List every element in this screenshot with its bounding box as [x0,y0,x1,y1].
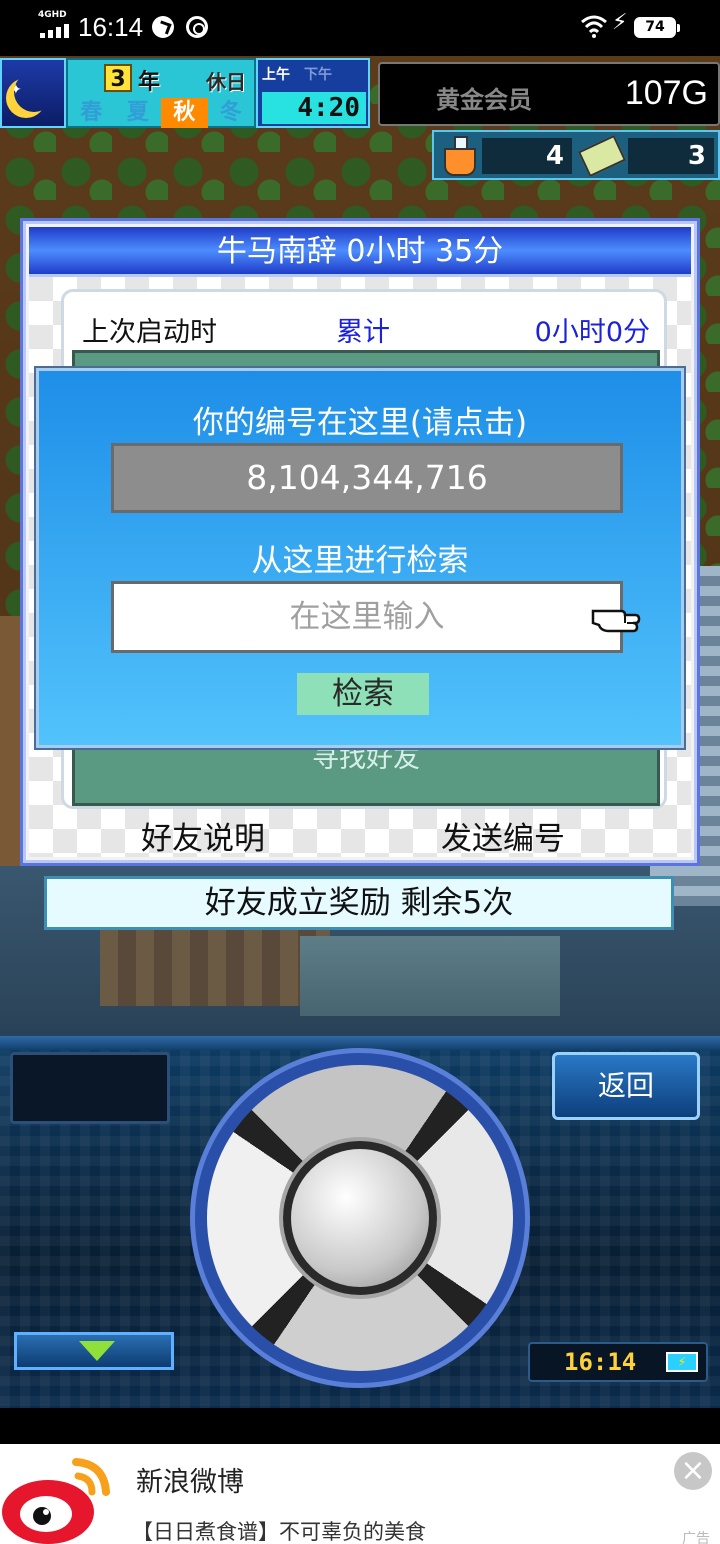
control-panel: 返回 16:14 ⚡ [0,1036,720,1408]
your-id-value[interactable]: 8,104,344,716 [111,443,623,513]
search-label: 从这里进行检索 [251,543,469,579]
send-number-button[interactable]: 发送编号 [441,813,565,858]
notification-icon [152,16,174,38]
year-number: 3 [104,64,132,92]
panel-title: 牛马南辞 0小时 35分 [29,227,691,277]
game-clock: 上午 下午 4:20 [256,58,370,128]
search-input[interactable] [111,581,623,653]
control-screen [10,1052,170,1124]
city-house [300,936,560,1016]
night-indicator: ✦ [0,58,66,128]
pointing-hand-icon [591,609,641,633]
game-screen[interactable]: ✦ 3 年 休日 春 夏 秋 冬 上午 下午 4:20 黄金会员 107G 4 … [0,56,720,1036]
ad-banner[interactable]: 新浪微博 【日日煮食谱】不可辜负的美食 × 广告 [0,1444,720,1544]
ticket-count: 3 [628,138,714,174]
cumulative-value: 0小时0分 [534,317,650,348]
ad-title: 新浪微博 [136,1467,244,1498]
season-autumn: 秋 [161,98,208,128]
battery-charging-icon: ⚡ [666,1352,698,1372]
charging-icon: ⚡ [612,10,628,35]
potion-flask-icon [442,136,476,176]
wifi-icon [581,15,607,38]
back-button[interactable]: 返回 [552,1052,700,1120]
season-spring: 春 [80,100,103,125]
moon-icon [14,72,54,112]
device-clock: 16:14 ⚡ [528,1342,708,1382]
member-label: 黄金会员 [436,86,532,114]
signal-icon [40,22,70,38]
weibo-logo-icon [2,1458,110,1544]
potion-count: 4 [482,138,572,174]
network-type: 4GHD [38,10,67,20]
date-display: 3 年 休日 春 夏 秋 冬 [66,58,256,128]
season-list: 春 夏 秋 冬 [68,98,254,128]
directional-pad[interactable] [190,1048,530,1388]
friend-explain-button[interactable]: 好友说明 [141,813,265,858]
last-launch-label: 上次启动时 [82,317,217,348]
am-label: 上午 [262,67,290,83]
item-bar: 4 3 [432,130,720,180]
device-clock-time: 16:14 [564,1348,637,1376]
status-time: 16:14 [78,12,144,42]
money-display: 黄金会员 107G [378,62,720,126]
city-building [0,616,20,866]
ad-tag: 广告 [682,1531,710,1544]
close-icon[interactable]: × [674,1452,712,1490]
search-dialog: 你的编号在这里(请点击) 8,104,344,716 从这里进行检索 检索 [36,368,684,748]
holiday-label: 休日 [206,70,246,94]
ad-description: 【日日煮食谱】不可辜负的美食 [132,1520,426,1544]
cumulative-label: 累计 [336,317,390,348]
status-bar: 4GHD 16:14 ⚡ 74 [0,0,720,56]
clock-time: 4:20 [262,92,366,124]
gold-amount: 107G [624,74,708,112]
ticket-icon [577,134,627,178]
year-label: 年 [138,70,161,95]
friend-bonus-bar: 好友成立奖励 剩余5次 [44,876,674,930]
your-id-label: 你的编号在这里(请点击) [192,405,528,441]
dpad-center-button[interactable] [283,1141,437,1295]
scroll-down-button[interactable] [14,1332,174,1370]
city-wall [100,926,330,1006]
season-winter: 冬 [219,100,242,125]
pm-label: 下午 [304,67,332,83]
battery-icon: 74 [634,17,680,38]
search-button[interactable]: 检索 [297,673,429,715]
season-summer: 夏 [126,100,149,125]
sync-icon [186,16,208,38]
